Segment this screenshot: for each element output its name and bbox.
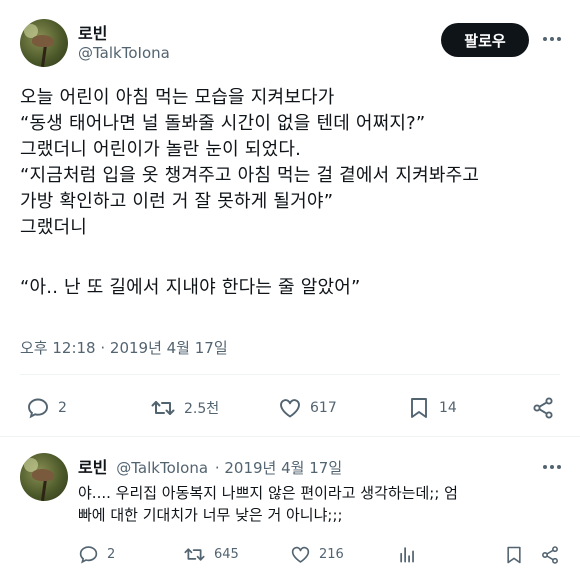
- reply-retweet-action[interactable]: 645: [183, 544, 239, 565]
- tweet-timestamp[interactable]: 오후 12:18 · 2019년 4월 17일: [20, 337, 228, 358]
- tweet-line: 가방 확인하고 이런 거 잘 못하게 될거야”: [20, 191, 334, 212]
- divider: [0, 436, 580, 437]
- tweet-line: 오늘 어린이 아침 먹는 모습을 지켜보다가: [20, 87, 335, 108]
- reply-author-handle[interactable]: @TalkToIona: [116, 459, 208, 477]
- reply-icon: [79, 546, 98, 564]
- reply-views-action[interactable]: [398, 545, 417, 564]
- reply-author-name[interactable]: 로빈: [78, 458, 107, 477]
- follow-button[interactable]: 팔로우: [441, 23, 529, 57]
- tweet-line: 그랬더니: [20, 217, 88, 238]
- retweet-action[interactable]: 2.5천: [150, 396, 219, 420]
- bookmark-count: 14: [439, 400, 457, 416]
- like-action[interactable]: 617: [278, 396, 337, 420]
- author-name[interactable]: 로빈: [78, 20, 107, 44]
- reply-header: 로빈 @TalkToIona · 2019년 4월 17일: [78, 454, 342, 478]
- tweet-line: “지금처럼 입을 옷 챙겨주고 아침 먹는 걸 곁에서 지켜봐주고: [20, 165, 480, 186]
- reply-count: 2: [58, 400, 67, 416]
- retweet-count: 2.5천: [184, 401, 220, 417]
- reply-reply-action[interactable]: 2: [78, 544, 115, 565]
- share-icon: [542, 546, 558, 564]
- follow-button-label: 팔로우: [464, 31, 506, 50]
- tweet-line: “아.. 난 또 길에서 지내야 한다는 줄 알았어”: [20, 277, 361, 298]
- retweet-icon: [184, 548, 205, 561]
- heart-icon: [280, 399, 300, 418]
- more-options-icon[interactable]: [543, 37, 561, 41]
- reply-like-count: 216: [319, 547, 344, 562]
- heart-icon: [291, 546, 310, 563]
- tweet-line: [20, 241, 479, 267]
- bookmark-action[interactable]: 14: [407, 396, 457, 420]
- reply-author-avatar[interactable]: [20, 453, 68, 501]
- reply-line: 빠에 대한 기대치가 너무 낮은 거 아니냐;;;: [78, 506, 343, 524]
- divider: [20, 374, 560, 375]
- tweet-line: “동생 태어나면 널 돌봐줄 시간이 없을 텐데 어쩌지?”: [20, 113, 426, 134]
- reply-date[interactable]: · 2019년 4월 17일: [215, 459, 342, 477]
- like-count: 617: [310, 400, 337, 416]
- analytics-icon: [400, 547, 414, 563]
- share-action[interactable]: [531, 396, 555, 420]
- author-handle[interactable]: @TalkToIona: [78, 44, 170, 62]
- bookmark-icon: [507, 546, 521, 564]
- tweet-line: 그랬더니 어린이가 놀란 눈이 되었다.: [20, 139, 302, 160]
- reply-like-action[interactable]: 216: [290, 544, 344, 565]
- reply-line: 야.... 우리집 아동복지 나쁘지 않은 편이라고 생각하는데;; 엄: [78, 484, 458, 502]
- reply-bookmark-action[interactable]: [504, 545, 524, 565]
- reply-share-action[interactable]: [540, 545, 560, 565]
- tweet-text: 오늘 어린이 아침 먹는 모습을 지켜보다가 “동생 태어나면 널 돌봐줄 시간…: [20, 85, 479, 301]
- reply-icon: [28, 398, 48, 419]
- reply-text: 야.... 우리집 아동복지 나쁘지 않은 편이라고 생각하는데;; 엄 빠에 …: [78, 482, 458, 526]
- reply-more-options-icon[interactable]: [543, 465, 561, 469]
- retweet-icon: [151, 401, 175, 415]
- bookmark-icon: [411, 398, 427, 418]
- reply-retweet-count: 645: [214, 547, 239, 562]
- author-avatar[interactable]: [20, 19, 68, 67]
- share-icon: [533, 397, 553, 419]
- reply-action[interactable]: 2: [26, 396, 67, 420]
- reply-reply-count: 2: [107, 547, 116, 562]
